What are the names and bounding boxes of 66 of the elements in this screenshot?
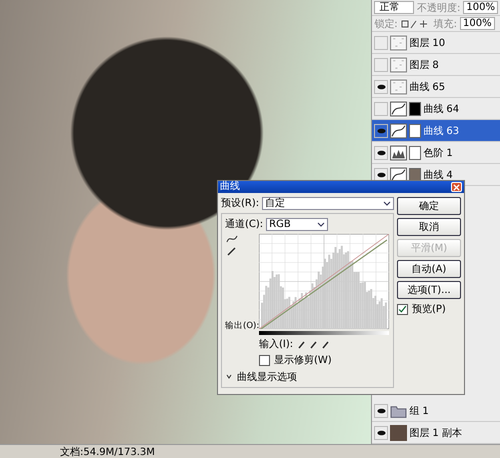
layer-name: 曲线 63 [423,124,460,138]
expand-icon[interactable] [225,373,233,381]
layer-name: 图层 8 [409,58,439,72]
layer-row[interactable]: 图层 10 [372,32,500,54]
layer-name: 曲线 4 [423,168,453,182]
visibility-toggle[interactable] [374,124,388,138]
close-button[interactable] [451,182,462,192]
curves-thumbnail-icon [390,166,408,182]
preset-label: 预设(R): [221,197,260,210]
curves-thumbnail-icon [390,122,408,138]
eye-icon [376,128,386,134]
visibility-toggle[interactable] [374,146,388,160]
layer-name: 色阶 1 [423,146,453,160]
layer-name: 组 1 [409,404,429,418]
layer-name: 图层 1 副本 [409,426,462,440]
visibility-toggle[interactable] [374,58,388,72]
caret-icon [317,220,326,228]
curve-tool-icon[interactable] [225,234,239,244]
eye-icon [376,172,386,178]
layer-thumbnail-icon [390,34,408,50]
curves-thumbnail-icon [390,100,408,116]
visibility-toggle[interactable] [374,80,388,94]
dialog-button[interactable]: 确定 [397,197,461,215]
visibility-toggle[interactable] [374,426,388,440]
display-options-label: 曲线显示选项 [237,370,297,384]
dialog-button[interactable]: 选项(T)... [397,281,461,299]
levels-thumbnail-icon [390,144,408,160]
lock-label: 锁定: [374,18,398,30]
layer-row[interactable]: 曲线 63 [372,120,500,142]
caret-icon [383,199,391,207]
eye-icon [376,150,386,156]
dialog-title: 曲线 [220,181,240,193]
layer-name: 图层 10 [409,36,446,50]
preview-label: 预览(P) [412,303,446,316]
input-label: 输入(I): [259,338,294,351]
visibility-toggle[interactable] [374,404,388,418]
opacity-field[interactable]: 100% [463,1,498,14]
fill-label: 填充: [434,18,457,30]
dialog-button[interactable]: 自动(A) [397,260,461,278]
opacity-label: 不透明度: [417,2,460,14]
layer-name: 曲线 64 [423,102,460,116]
show-clipping-label: 显示修剪(W) [274,354,332,367]
fill-field[interactable]: 100% [460,17,495,30]
eye-icon [376,408,386,414]
channel-dropdown[interactable]: RGB [266,218,328,230]
layer-row[interactable]: 图层 1 副本 [372,422,500,444]
layer-row[interactable]: 曲线 65 [372,76,500,98]
document-size-text: 文档:54.9M/173.3M [60,446,155,458]
output-label: 输出(O): [225,320,257,332]
layer-row[interactable]: 组 1 [372,400,500,422]
layer-row[interactable]: 图层 8 [372,54,500,76]
preview-checkbox[interactable] [397,304,408,314]
visibility-toggle[interactable] [374,102,388,116]
eye-icon [376,84,386,90]
layer-thumbnail-icon [390,78,408,94]
blend-mode-dropdown[interactable]: 正常 [374,1,414,14]
show-clipping-checkbox[interactable] [259,354,270,366]
layer-row[interactable]: 色阶 1 [372,142,500,164]
photo-thumbnail [390,424,408,440]
visibility-toggle[interactable] [374,36,388,50]
layer-name: 曲线 65 [409,80,446,94]
dialog-button[interactable]: 取消 [397,218,461,236]
layer-thumbnail-icon [390,56,408,72]
preset-dropdown[interactable]: 自定 [262,196,394,210]
eye-icon [376,430,386,436]
channel-label: 通道(C): [225,218,264,231]
